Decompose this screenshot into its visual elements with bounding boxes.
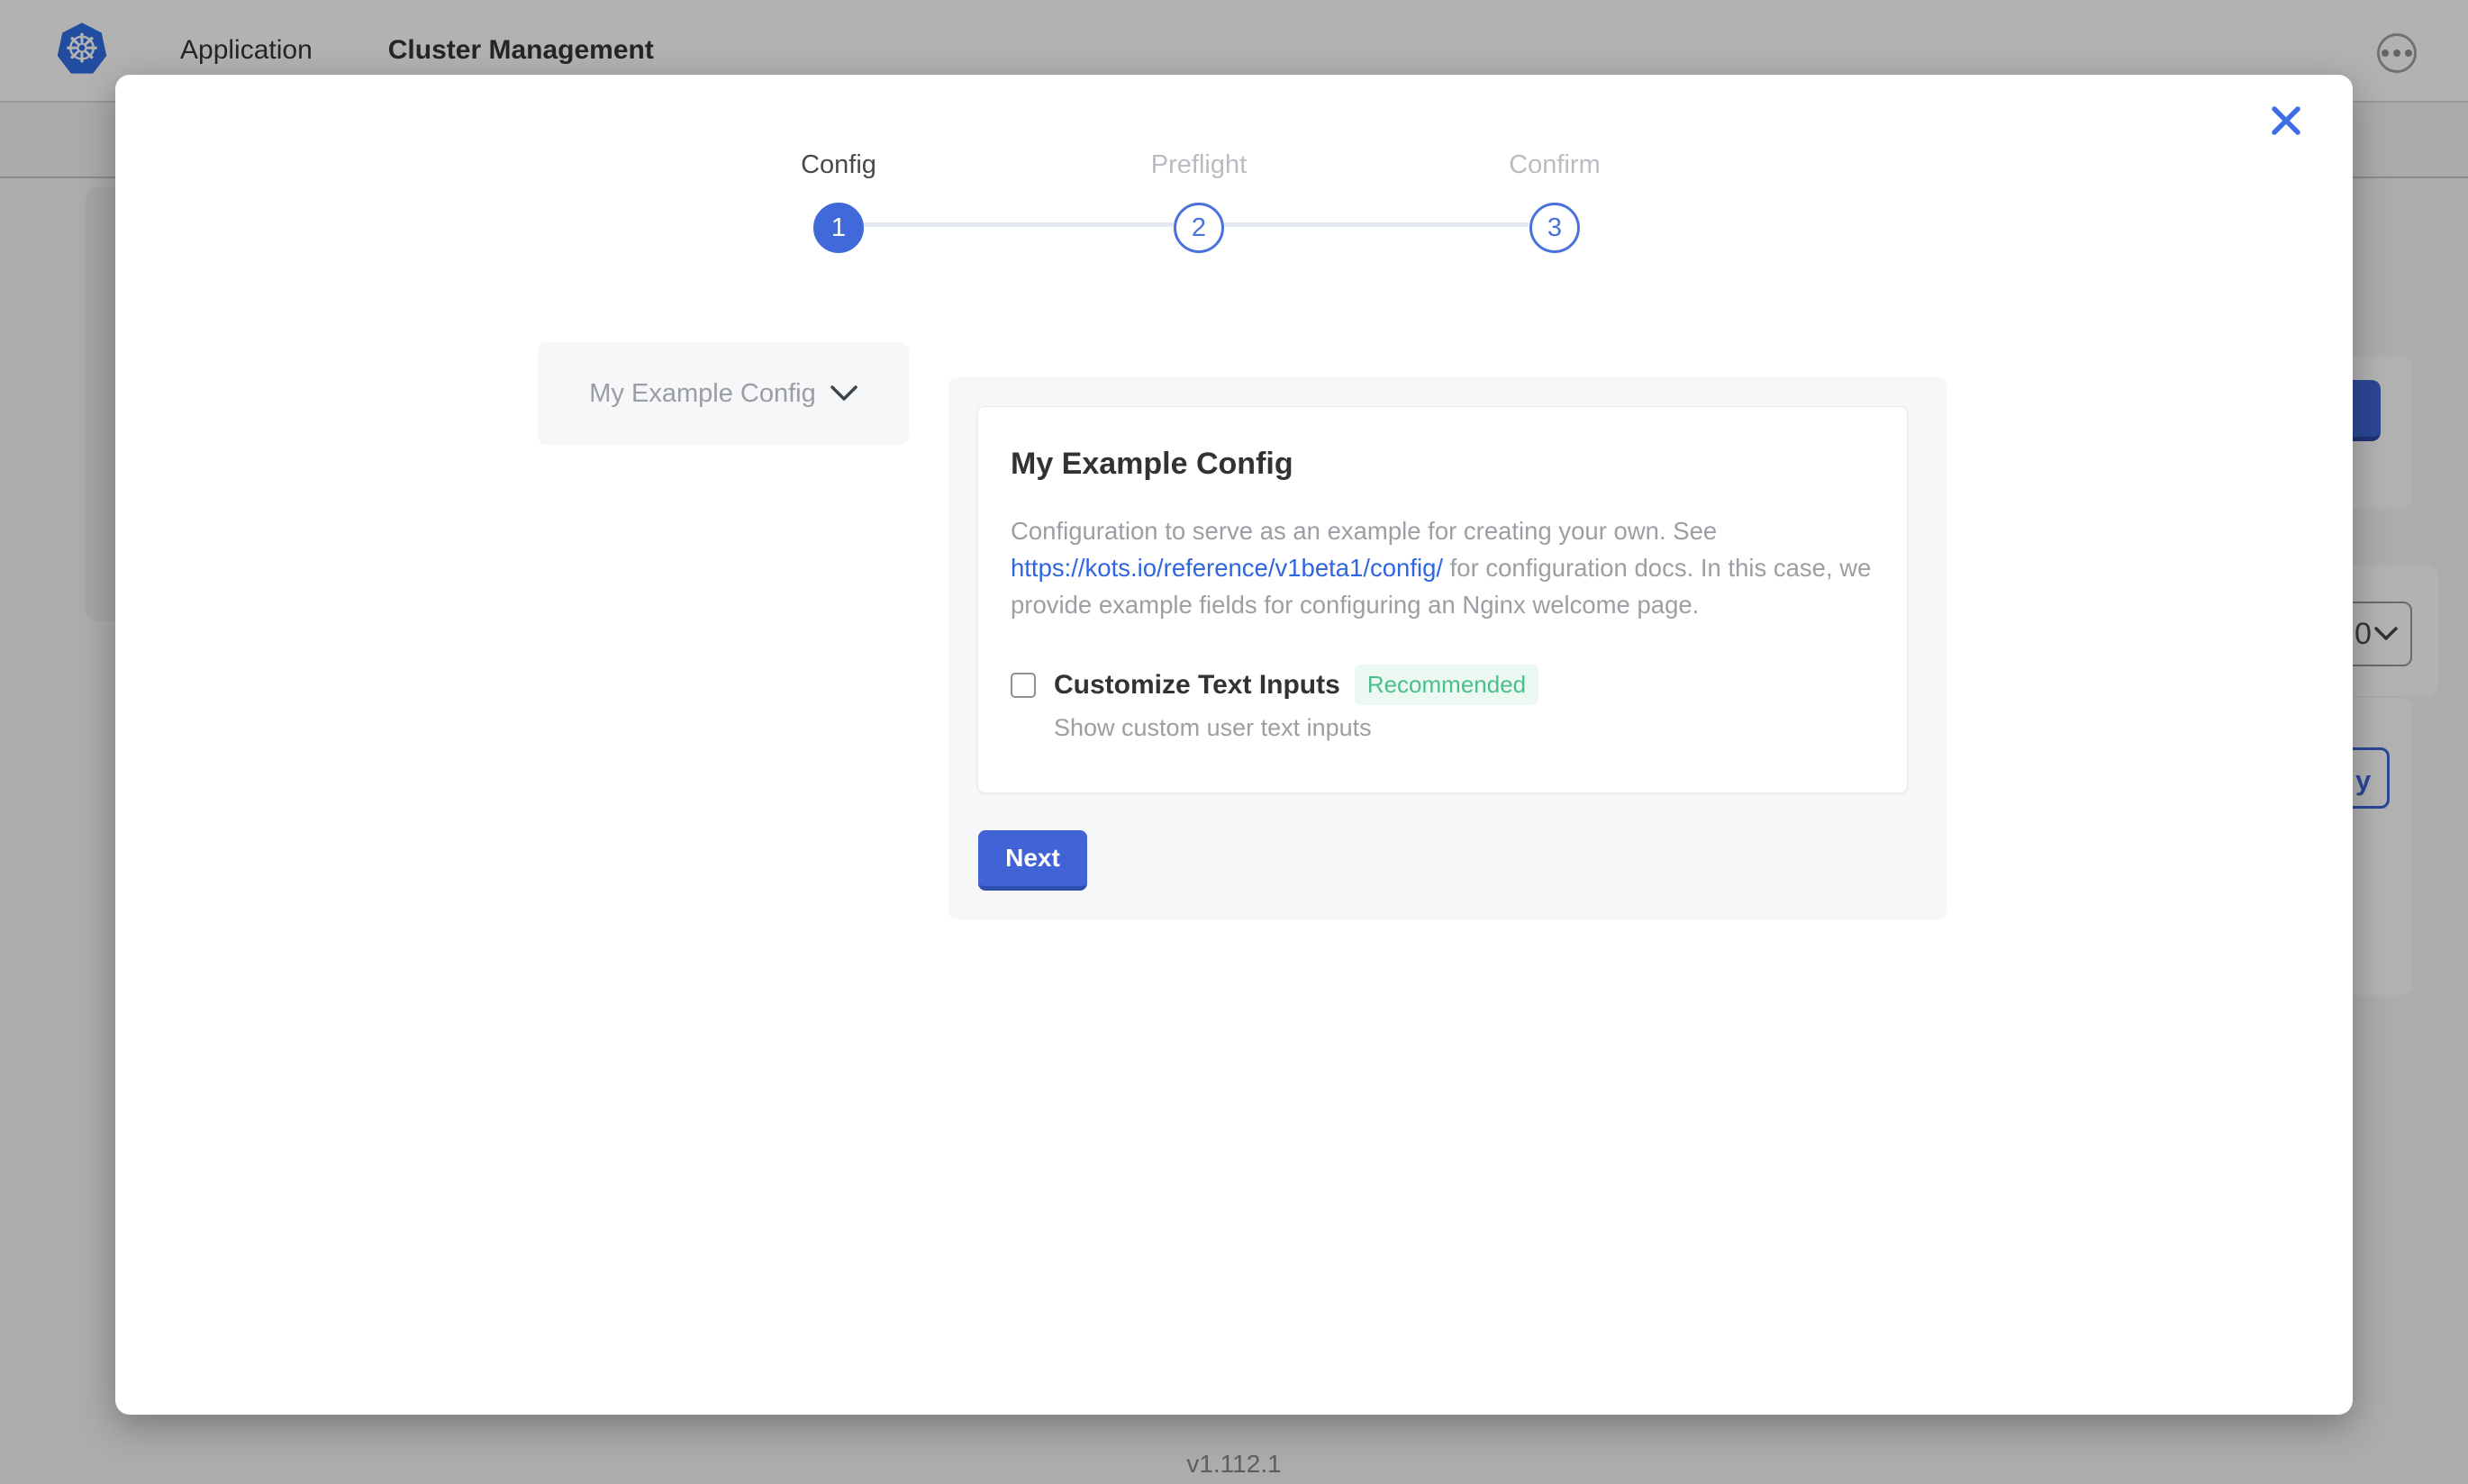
- step-number-badge: 2: [1174, 203, 1224, 253]
- step-label: Config: [739, 150, 938, 179]
- step-number-badge: 1: [813, 203, 864, 253]
- step-confirm: Confirm 3: [1456, 150, 1654, 253]
- config-group-card: My Example Config Configuration to serve…: [977, 406, 1908, 793]
- checkbox-help-text: Show custom user text inputs: [1054, 714, 1874, 742]
- step-preflight: Preflight 2: [1100, 150, 1298, 253]
- config-group-dropdown[interactable]: My Example Config: [538, 342, 909, 445]
- close-button[interactable]: [2266, 102, 2306, 141]
- config-group-dropdown-label: My Example Config: [589, 379, 815, 409]
- step-number-badge: 3: [1529, 203, 1580, 253]
- checkbox-row: Customize Text Inputs Recommended: [1011, 665, 1874, 705]
- customize-text-inputs-checkbox[interactable]: [1011, 673, 1036, 698]
- customize-text-inputs-label[interactable]: Customize Text Inputs: [1054, 670, 1340, 701]
- step-label: Confirm: [1456, 150, 1654, 179]
- config-panel: My Example Config Configuration to serve…: [948, 377, 1946, 919]
- close-icon: [2268, 103, 2304, 139]
- config-wizard-modal: Config 1 Preflight 2 Confirm 3 My Exampl…: [115, 75, 2353, 1415]
- chevron-down-icon: [830, 385, 857, 402]
- config-group-title: My Example Config: [1011, 447, 1874, 482]
- description-text: Configuration to serve as an example for…: [1011, 517, 1717, 545]
- step-label: Preflight: [1100, 150, 1298, 179]
- recommended-badge: Recommended: [1355, 665, 1538, 705]
- next-button[interactable]: Next: [978, 830, 1087, 891]
- config-group-description: Configuration to serve as an example for…: [1011, 512, 1874, 623]
- config-docs-link[interactable]: https://kots.io/reference/v1beta1/config…: [1011, 554, 1443, 582]
- step-config: Config 1: [739, 150, 938, 253]
